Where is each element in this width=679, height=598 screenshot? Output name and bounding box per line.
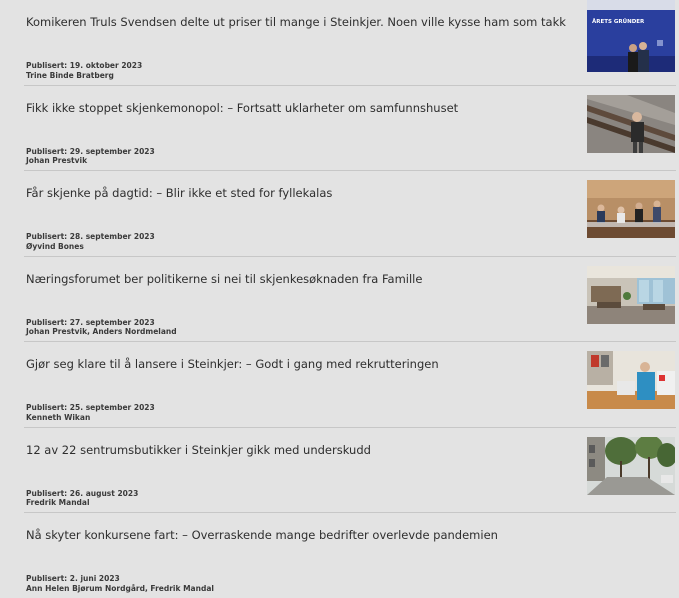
article-meta: Publisert: 29. september 2023 Johan Pres… <box>26 147 155 166</box>
publish-date: Publisert: 19. oktober 2023 <box>26 61 143 70</box>
article-thumbnail[interactable] <box>587 94 675 153</box>
publish-date: Publisert: 27. september 2023 <box>26 317 155 327</box>
image-caption: ÅRETS GRÜNDER <box>592 18 645 25</box>
article-thumbnail[interactable] <box>587 436 675 495</box>
publish-date: Publisert: 2. juni 2023 <box>26 574 120 583</box>
article-list: Komikeren Truls Svendsen delte ut priser… <box>24 0 676 598</box>
article-meta: Publisert: 26. august 2023 Fredrik Manda… <box>26 489 138 508</box>
man-on-stairs-photo <box>587 94 675 153</box>
publish-date: Publisert: 29. september 2023 <box>26 146 155 156</box>
article-item[interactable]: Næringsforumet ber politikerne si nei ti… <box>24 257 676 342</box>
author-name: Johan Prestvik, Anders Nordmeland <box>26 327 177 336</box>
article-item[interactable]: Fikk ikke stoppet skjenkemonopol: – Fort… <box>24 86 676 171</box>
publish-date: Publisert: 26. august 2023 <box>26 488 139 498</box>
article-meta: Publisert: 2. juni 2023 Ann Helen Bjørum… <box>26 574 214 593</box>
publish-date: Publisert: 25. september 2023 <box>26 403 155 412</box>
article-title[interactable]: Komikeren Truls Svendsen delte ut priser… <box>26 15 576 30</box>
article-thumbnail[interactable] <box>587 351 675 409</box>
article-meta: Publisert: 27. september 2023 Johan Pres… <box>26 318 177 337</box>
article-meta: Publisert: 19. oktober 2023 Trine Binde … <box>26 61 142 80</box>
shop-worker-photo <box>587 351 675 409</box>
article-item[interactable]: Gjør seg klare til å lansere i Steinkjer… <box>24 342 676 428</box>
award-ceremony-photo: ÅRETS GRÜNDER <box>587 0 675 72</box>
author-name: Fredrik Mandal <box>26 498 90 507</box>
street-trees-photo <box>587 436 675 495</box>
author-name: Øyvind Bones <box>26 241 84 251</box>
article-title[interactable]: Fikk ikke stoppet skjenkemonopol: – Fort… <box>26 101 576 116</box>
publish-date: Publisert: 28. september 2023 <box>26 232 155 241</box>
author-name: Kenneth Wikan <box>26 412 91 422</box>
author-name: Johan Prestvik <box>26 156 88 165</box>
article-title[interactable]: 12 av 22 sentrumsbutikker i Steinkjer gi… <box>26 443 576 458</box>
article-item[interactable]: Komikeren Truls Svendsen delte ut priser… <box>24 0 676 86</box>
article-item[interactable]: 12 av 22 sentrumsbutikker i Steinkjer gi… <box>24 428 676 513</box>
author-name: Ann Helen Bjørum Nordgård, Fredrik Manda… <box>26 583 214 593</box>
article-meta: Publisert: 25. september 2023 Kenneth Wi… <box>26 403 155 422</box>
article-title[interactable]: Nå skyter konkursene fart: – Overraskend… <box>26 528 576 543</box>
article-thumbnail[interactable]: ÅRETS GRÜNDER <box>587 0 675 72</box>
article-title[interactable]: Næringsforumet ber politikerne si nei ti… <box>26 272 576 287</box>
article-item[interactable]: Nå skyter konkursene fart: – Overraskend… <box>24 513 676 598</box>
article-title[interactable]: Får skjenke på dagtid: – Blir ikke et st… <box>26 186 576 201</box>
cafe-interior-photo <box>587 265 675 324</box>
meeting-room-photo <box>587 180 675 238</box>
article-title[interactable]: Gjør seg klare til å lansere i Steinkjer… <box>26 357 576 372</box>
article-meta: Publisert: 28. september 2023 Øyvind Bon… <box>26 232 155 251</box>
article-item[interactable]: Får skjenke på dagtid: – Blir ikke et st… <box>24 171 676 257</box>
author-name: Trine Binde Bratberg <box>26 70 114 80</box>
article-thumbnail[interactable] <box>587 265 675 324</box>
article-thumbnail[interactable] <box>587 180 675 238</box>
